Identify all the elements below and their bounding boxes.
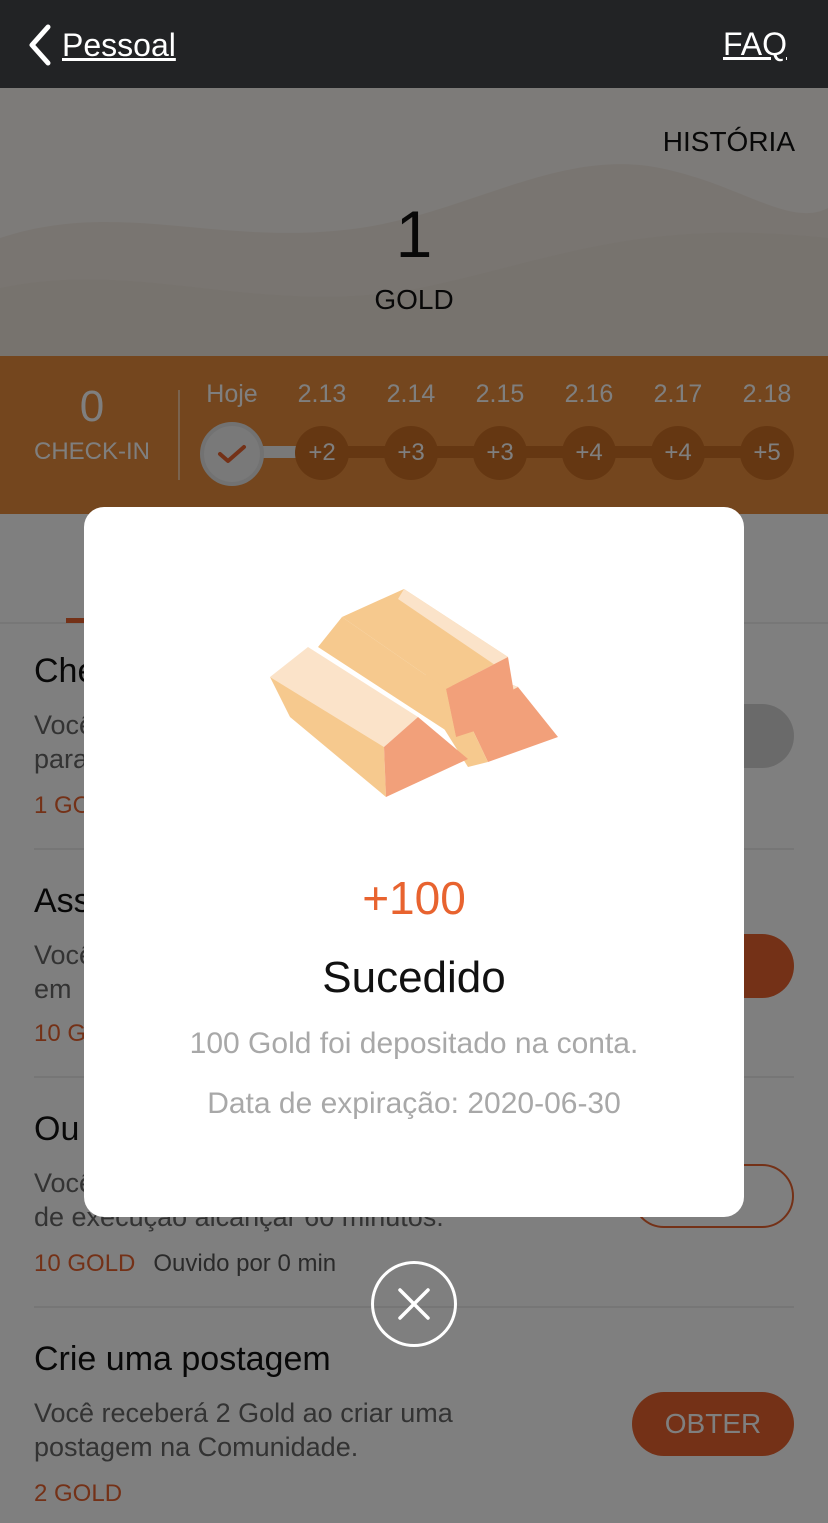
back-label: Pessoal (62, 26, 176, 63)
success-dialog: +100 Sucedido 100 Gold foi depositado na… (84, 507, 744, 1217)
close-icon (398, 1288, 430, 1320)
reward-amount: +100 (362, 872, 466, 924)
faq-link[interactable]: FAQ (723, 26, 787, 63)
top-bar: Pessoal FAQ (0, 0, 828, 88)
dialog-description: 100 Gold foi depositado na conta. (189, 1027, 639, 1060)
dialog-title: Sucedido (322, 953, 506, 1002)
close-button[interactable] (371, 1261, 457, 1347)
back-button[interactable]: Pessoal (26, 22, 176, 68)
gold-bars-icon (270, 589, 558, 797)
expiration-date: Data de expiração: 2020-06-30 (207, 1087, 621, 1120)
chevron-left-icon (29, 24, 51, 66)
